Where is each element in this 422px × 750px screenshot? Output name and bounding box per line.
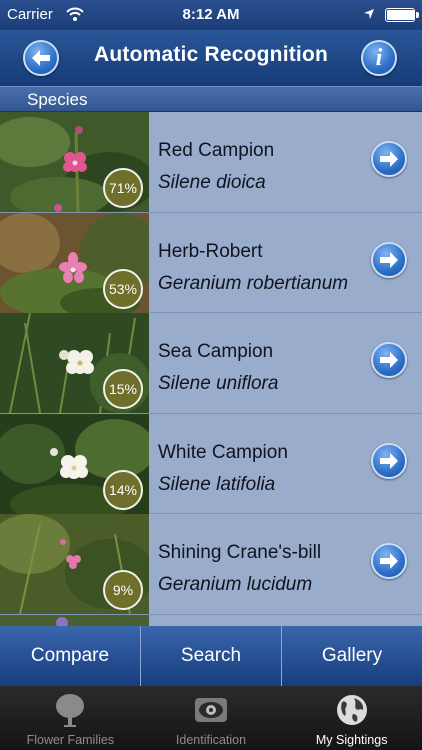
- common-name: Herb-Robert: [158, 240, 263, 262]
- species-photo: [0, 614, 149, 626]
- details-button[interactable]: [371, 141, 407, 177]
- details-button[interactable]: [371, 342, 407, 378]
- common-name: Red Campion: [158, 140, 275, 161]
- gallery-button[interactable]: Gallery: [282, 626, 422, 686]
- latin-name: Geranium lucidum: [158, 574, 313, 595]
- search-button[interactable]: Search: [141, 626, 282, 686]
- species-row[interactable]: 53% Herb-Robert Geranium robertianum: [0, 212, 422, 313]
- species-row[interactable]: 14% White Campion Silene latifolia: [0, 413, 422, 514]
- details-button[interactable]: [371, 543, 407, 579]
- species-row-partial[interactable]: [0, 614, 422, 626]
- match-percentage-badge: 53%: [103, 268, 143, 309]
- status-time: 8:12 AM: [182, 6, 240, 23]
- section-header: Species: [0, 86, 422, 112]
- match-percentage-badge: 15%: [103, 369, 143, 409]
- match-percentage-badge: 71%: [103, 168, 143, 208]
- arrow-right-icon: [380, 452, 398, 469]
- section-title: Species: [27, 90, 88, 109]
- tab-label: Flower Families: [26, 733, 115, 747]
- compare-button[interactable]: Compare: [0, 626, 141, 686]
- arrow-right-icon: [380, 553, 398, 569]
- tab-bar: Flower Families Identification My Sighti…: [0, 686, 422, 750]
- latin-name: Geranium robertianum: [158, 272, 349, 294]
- species-row[interactable]: 9% Shining Crane's-bill Geranium lucidum: [0, 514, 422, 615]
- arrow-right-icon: [380, 251, 398, 268]
- arrow-right-icon: [380, 151, 398, 167]
- navigation-bar: Automatic Recognition i: [0, 30, 422, 86]
- species-row[interactable]: 71% Red Campion Silene dioica: [0, 112, 422, 213]
- species-list[interactable]: 71% Red Campion Silene dioica 53% Herb-R…: [0, 112, 422, 626]
- common-name: Sea Campion: [158, 341, 274, 362]
- common-name: White Campion: [158, 441, 288, 463]
- page-title: Automatic Recognition: [93, 43, 329, 66]
- tab-flower-families[interactable]: Flower Families: [0, 686, 141, 750]
- battery-icon: [385, 8, 419, 22]
- match-percentage-badge: 9%: [103, 570, 143, 610]
- info-button[interactable]: i: [361, 40, 397, 76]
- species-row[interactable]: 15% Sea Campion Silene uniflora: [0, 313, 422, 414]
- arrow-right-icon: [380, 352, 398, 368]
- tab-my-sightings[interactable]: My Sightings: [281, 686, 422, 750]
- status-bar: Carrier 8:12 AM: [0, 0, 422, 30]
- match-percentage-badge: 14%: [103, 469, 143, 510]
- action-bar: Compare Search Gallery: [0, 626, 422, 686]
- globe-icon: [336, 695, 367, 725]
- details-button[interactable]: [371, 241, 407, 278]
- latin-name: Silene dioica: [158, 172, 266, 193]
- common-name: Shining Crane's-bill: [158, 542, 322, 563]
- tab-label: My Sightings: [315, 733, 388, 747]
- latin-name: Silene uniflora: [158, 373, 279, 394]
- tab-label: Identification: [175, 733, 247, 747]
- tree-icon: [56, 694, 85, 727]
- details-button[interactable]: [371, 442, 407, 479]
- tab-identification[interactable]: Identification: [141, 686, 282, 750]
- battery-level: [387, 10, 414, 20]
- eye-icon: [195, 698, 227, 722]
- latin-name: Silene latifolia: [158, 473, 276, 495]
- location-arrow-icon: [364, 9, 374, 19]
- info-icon: i: [375, 44, 383, 71]
